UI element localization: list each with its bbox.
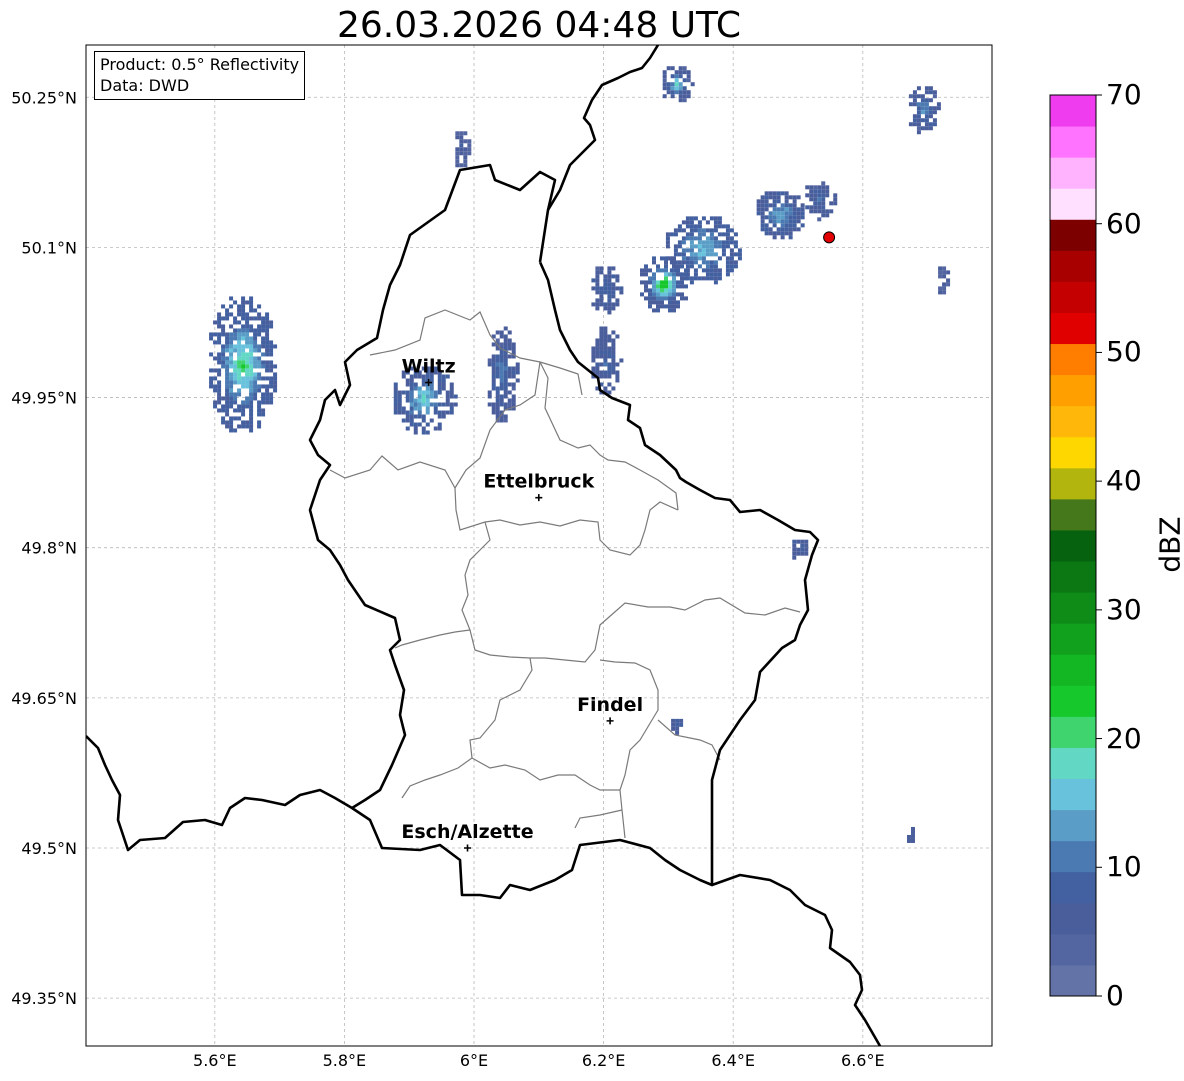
lon-tick-label: 6.4°E (711, 1051, 755, 1070)
colorbar-segment (1050, 436, 1096, 469)
lon-tick-label: 5.8°E (323, 1051, 367, 1070)
colorbar-segment (1050, 561, 1096, 593)
lat-tick-label: 49.35°N (11, 989, 77, 1008)
city-label: Ettelbruck (483, 471, 594, 493)
colorbar-segment (1050, 809, 1096, 842)
colorbar-segment (1050, 343, 1096, 376)
colorbar-tick-label: 30 (1106, 592, 1142, 626)
lat-tick-label: 50.1°N (21, 238, 77, 257)
axis-ticks: 50.25°N 50.1°N 49.95°N 49.8°N 49.65°N 49.5°N 4… (11, 88, 884, 1070)
colorbar-segment (1050, 747, 1096, 780)
city-label: Findel (577, 694, 643, 716)
echo-cell (591, 326, 624, 395)
lon-tick-label: 5.6°E (193, 1051, 237, 1070)
colorbar-segment (1050, 933, 1096, 966)
map-frame (85, 44, 993, 1047)
lon-tick-label: 6°E (460, 1051, 488, 1070)
colorbar-tick-label: 60 (1106, 206, 1142, 240)
graticule (86, 45, 992, 1046)
lat-tick-label: 50.25°N (11, 88, 77, 107)
colorbar-segment (1050, 250, 1096, 282)
colorbar-segment (1050, 312, 1096, 345)
colorbar-segment (1050, 126, 1096, 158)
colorbar-segment (1050, 374, 1096, 407)
radar-map: Wiltz Ettelbruck Findel Esch/Alzette 50.25°… (11, 44, 1102, 1070)
lon-tick-label: 6.6°E (841, 1051, 885, 1070)
colorbar (1049, 94, 1102, 997)
colorbar-segment (1050, 219, 1096, 251)
colorbar-segment (1050, 840, 1096, 873)
lat-tick-label: 49.95°N (11, 389, 77, 408)
colorbar-segment (1050, 685, 1096, 717)
colorbar-tick-label: 0 (1106, 979, 1124, 1012)
colorbar-segment (1050, 281, 1096, 313)
product-label: Product: 0.5° Reflectivity (100, 55, 300, 74)
colorbar-segment (1050, 716, 1096, 748)
echo-cell (938, 266, 951, 295)
city-plus-icon (464, 844, 472, 852)
city-marker: Ettelbruck (483, 471, 595, 502)
radar-site-marker (823, 231, 836, 244)
data-source-label: Data: DWD (100, 76, 190, 95)
echo-cell (908, 86, 941, 135)
lat-tick-label: 49.5°N (21, 839, 77, 858)
lat-tick-label: 49.65°N (11, 689, 77, 708)
colorbar-segment (1050, 188, 1096, 220)
echo-cell (591, 266, 624, 315)
city-label: Wiltz (402, 356, 456, 378)
city-label: Esch/Alzette (401, 821, 533, 843)
colorbar-tick-label: 50 (1106, 335, 1142, 369)
echo-cell (805, 181, 838, 222)
national-borders (86, 45, 882, 1046)
city-plus-icon (535, 494, 543, 502)
colorbar-segment (1050, 498, 1096, 531)
lon-tick-label: 6.2°E (582, 1051, 626, 1070)
echo-cell (487, 326, 520, 423)
colorbar-segment (1050, 157, 1096, 189)
echo-cell (640, 256, 688, 313)
info-box: Product: 0.5° Reflectivity Data: DWD (94, 51, 306, 100)
canton-borders (329, 309, 801, 839)
city-plus-icon (606, 717, 614, 725)
echo-cell (662, 66, 695, 103)
colorbar-segment (1050, 964, 1096, 997)
city-marker: Findel (577, 694, 643, 725)
colorbar-segment (1050, 871, 1096, 904)
lat-tick-label: 49.8°N (21, 539, 77, 558)
colorbar-tick-label: 40 (1106, 464, 1142, 498)
echo-cell (792, 539, 809, 560)
echo-cell (906, 826, 915, 843)
colorbar-segment (1050, 654, 1096, 686)
colorbar-tick-label: 20 (1106, 721, 1142, 755)
reflectivity-echoes (209, 66, 951, 843)
colorbar-segment (1050, 778, 1096, 811)
echo-cell (455, 131, 472, 168)
colorbar-segment (1050, 529, 1096, 562)
colorbar-tick-label: 10 (1106, 850, 1142, 884)
colorbar-tick-label: 70 (1106, 78, 1142, 111)
colorbar-label: dBZ (1153, 516, 1184, 573)
colorbar-segment (1050, 95, 1096, 127)
echo-cell (756, 191, 805, 240)
colorbar-segment (1050, 405, 1096, 438)
colorbar-segment (1050, 902, 1096, 935)
colorbar-segment (1050, 592, 1096, 624)
colorbar-segment (1050, 467, 1096, 500)
colorbar-segment (1050, 623, 1096, 655)
city-marker: Esch/Alzette (401, 821, 534, 852)
echo-cell (209, 296, 278, 433)
